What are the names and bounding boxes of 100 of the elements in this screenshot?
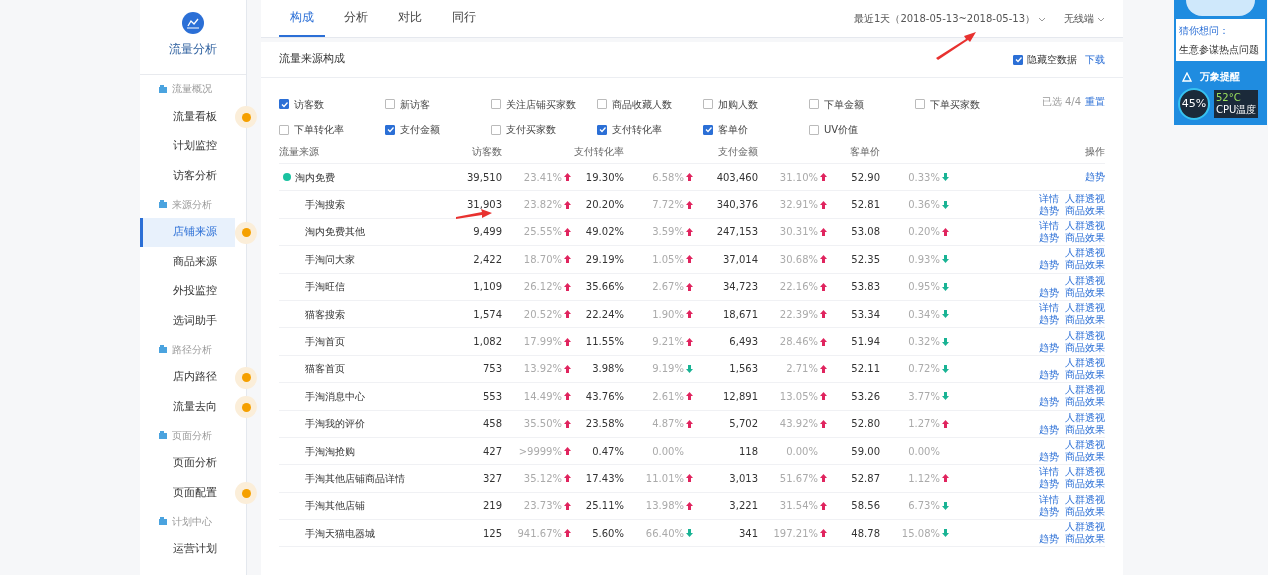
action-link[interactable]: 趋势 [1039, 204, 1059, 217]
change-value: 0.32% [908, 335, 940, 350]
action-link[interactable]: 商品效果 [1065, 314, 1105, 327]
action-link[interactable]: 详情 [1039, 219, 1059, 232]
action-link[interactable]: 人群透视 [1065, 302, 1105, 315]
action-link[interactable]: 趋势 [1039, 396, 1059, 409]
checkbox[interactable]: 下单金额 [809, 94, 915, 115]
reset-link[interactable]: 重置 [1085, 94, 1105, 109]
action-link[interactable]: 商品效果 [1065, 423, 1105, 436]
sidebar-item[interactable]: 页面配置 [140, 478, 235, 508]
table-cell-text: 1,563 [729, 362, 758, 377]
table-cell-text: 1,082 [473, 335, 502, 350]
change-value: 43.92% [779, 417, 818, 432]
action-link[interactable]: 趋势 [1039, 231, 1059, 244]
dropdown[interactable]: 最近1天（2018-05-13~2018-05-13） [854, 0, 1046, 37]
action-link[interactable]: 趋势 [1039, 451, 1059, 464]
action-link[interactable]: 详情 [1039, 493, 1059, 506]
action-link[interactable]: 趋势 [1039, 286, 1059, 299]
tab[interactable]: 对比 [387, 0, 433, 37]
checkbox[interactable]: 隐藏空数据 [1013, 52, 1077, 67]
checkbox[interactable]: 新访客 [385, 94, 491, 115]
action-link[interactable]: 人群透视 [1065, 219, 1105, 232]
action-link[interactable]: 趋势 [1039, 505, 1059, 518]
checkbox[interactable]: 访客数 [279, 94, 385, 115]
action-link[interactable]: 人群透视 [1065, 247, 1105, 260]
action-link[interactable]: 人群透视 [1065, 192, 1105, 205]
action-link[interactable]: 趋势 [1039, 533, 1059, 546]
action-link[interactable]: 商品效果 [1065, 286, 1105, 299]
action-link[interactable]: 详情 [1039, 192, 1059, 205]
action-link[interactable]: 人群透视 [1065, 329, 1105, 342]
tab[interactable]: 同行 [441, 0, 487, 37]
sidebar-item[interactable]: 商品来源 [140, 247, 235, 277]
table-cell-text: 219 [482, 499, 502, 514]
dropdown[interactable]: 无线端 [1064, 0, 1105, 37]
action-link[interactable]: 人群透视 [1065, 411, 1105, 424]
sidebar-item[interactable]: 店铺来源 [140, 217, 235, 247]
group-label: 来源分析 [172, 197, 212, 212]
action-link[interactable]: 人群透视 [1065, 274, 1105, 287]
sidebar-item[interactable]: 流量看板 [140, 102, 235, 132]
table-cell-text: 34,723 [723, 280, 758, 295]
table-cell-text: 118 [738, 444, 758, 459]
action-link[interactable]: 商品效果 [1065, 368, 1105, 381]
checkbox[interactable]: 加购人数 [703, 94, 809, 115]
action-link[interactable]: 商品效果 [1065, 478, 1105, 491]
checkbox[interactable]: 商品收藏人数 [597, 94, 703, 115]
change-value: 9.19% [652, 362, 684, 377]
action-link[interactable]: 商品效果 [1065, 231, 1105, 244]
table-cell-text: 247,153 [716, 225, 758, 240]
action-link[interactable]: 趋势 [1039, 478, 1059, 491]
sidebar-item[interactable]: 外投监控 [140, 276, 235, 306]
checkbox[interactable]: 关注店铺买家数 [491, 94, 597, 115]
action-link[interactable]: 人群透视 [1065, 384, 1105, 397]
action-link[interactable]: 趋势 [1039, 368, 1059, 381]
download-link[interactable]: 下载 [1085, 52, 1105, 67]
action-link[interactable]: 详情 [1039, 302, 1059, 315]
checkbox[interactable]: 客单价 [703, 119, 809, 140]
sidebar-item[interactable]: 访客分析 [140, 161, 235, 191]
sidebar-item[interactable]: 页面分析 [140, 448, 235, 478]
sidebar-item[interactable]: 运营计划 [140, 534, 235, 564]
action-link[interactable]: 商品效果 [1065, 533, 1105, 546]
table-cell-text: 52.87 [851, 472, 880, 486]
hot-question-link[interactable]: 生意参谋热点问题 [1179, 42, 1262, 57]
action-link[interactable]: 商品效果 [1065, 259, 1105, 272]
tab[interactable]: 构成 [279, 0, 325, 37]
checkbox[interactable]: 支付买家数 [491, 119, 597, 140]
change-value: 6.58% [652, 170, 684, 185]
action-link[interactable]: 趋势 [1039, 259, 1059, 272]
checkbox[interactable]: 支付金额 [385, 119, 491, 140]
sidebar-item[interactable]: 计划监控 [140, 131, 235, 161]
action-link[interactable]: 人群透视 [1065, 439, 1105, 452]
checkbox[interactable]: 下单转化率 [279, 119, 385, 140]
action-link[interactable]: 人群透视 [1065, 521, 1105, 534]
temperature-value: 52°C [1216, 92, 1242, 104]
sidebar-item[interactable]: 店内路径 [140, 362, 235, 392]
annotation-arrow [456, 209, 492, 219]
action-link[interactable]: 趋势 [1039, 314, 1059, 327]
checkbox[interactable]: 下单买家数 [915, 94, 1021, 115]
selected-count: 已选 4/4 [1041, 95, 1081, 109]
action-link[interactable]: 商品效果 [1065, 505, 1105, 518]
change-value: 30.31% [779, 225, 818, 240]
checkbox[interactable]: 支付转化率 [597, 119, 703, 140]
sidebar-item[interactable]: 选词助手 [140, 306, 235, 336]
action-link[interactable]: 商品效果 [1065, 341, 1105, 354]
tab[interactable]: 分析 [333, 0, 379, 37]
action-link[interactable]: 趋势 [1039, 423, 1059, 436]
action-link[interactable]: 商品效果 [1065, 204, 1105, 217]
action-link[interactable]: 人群透视 [1065, 466, 1105, 479]
action-link[interactable]: 趋势 [1039, 341, 1059, 354]
change-value: 11.01% [645, 472, 684, 486]
action-link[interactable]: 人群透视 [1065, 356, 1105, 369]
change-value: 13.98% [645, 499, 684, 514]
action-link[interactable]: 商品效果 [1065, 396, 1105, 409]
change-value: 35.50% [523, 417, 562, 432]
action-link[interactable]: 详情 [1039, 466, 1059, 479]
checkbox[interactable]: UV价值 [809, 119, 915, 140]
action-link[interactable]: 人群透视 [1065, 493, 1105, 506]
table-cell-text: 12,891 [723, 389, 758, 404]
action-link[interactable]: 商品效果 [1065, 451, 1105, 464]
action-link[interactable]: 趋势 [1085, 171, 1105, 184]
sidebar-item[interactable]: 流量去向 [140, 392, 235, 422]
